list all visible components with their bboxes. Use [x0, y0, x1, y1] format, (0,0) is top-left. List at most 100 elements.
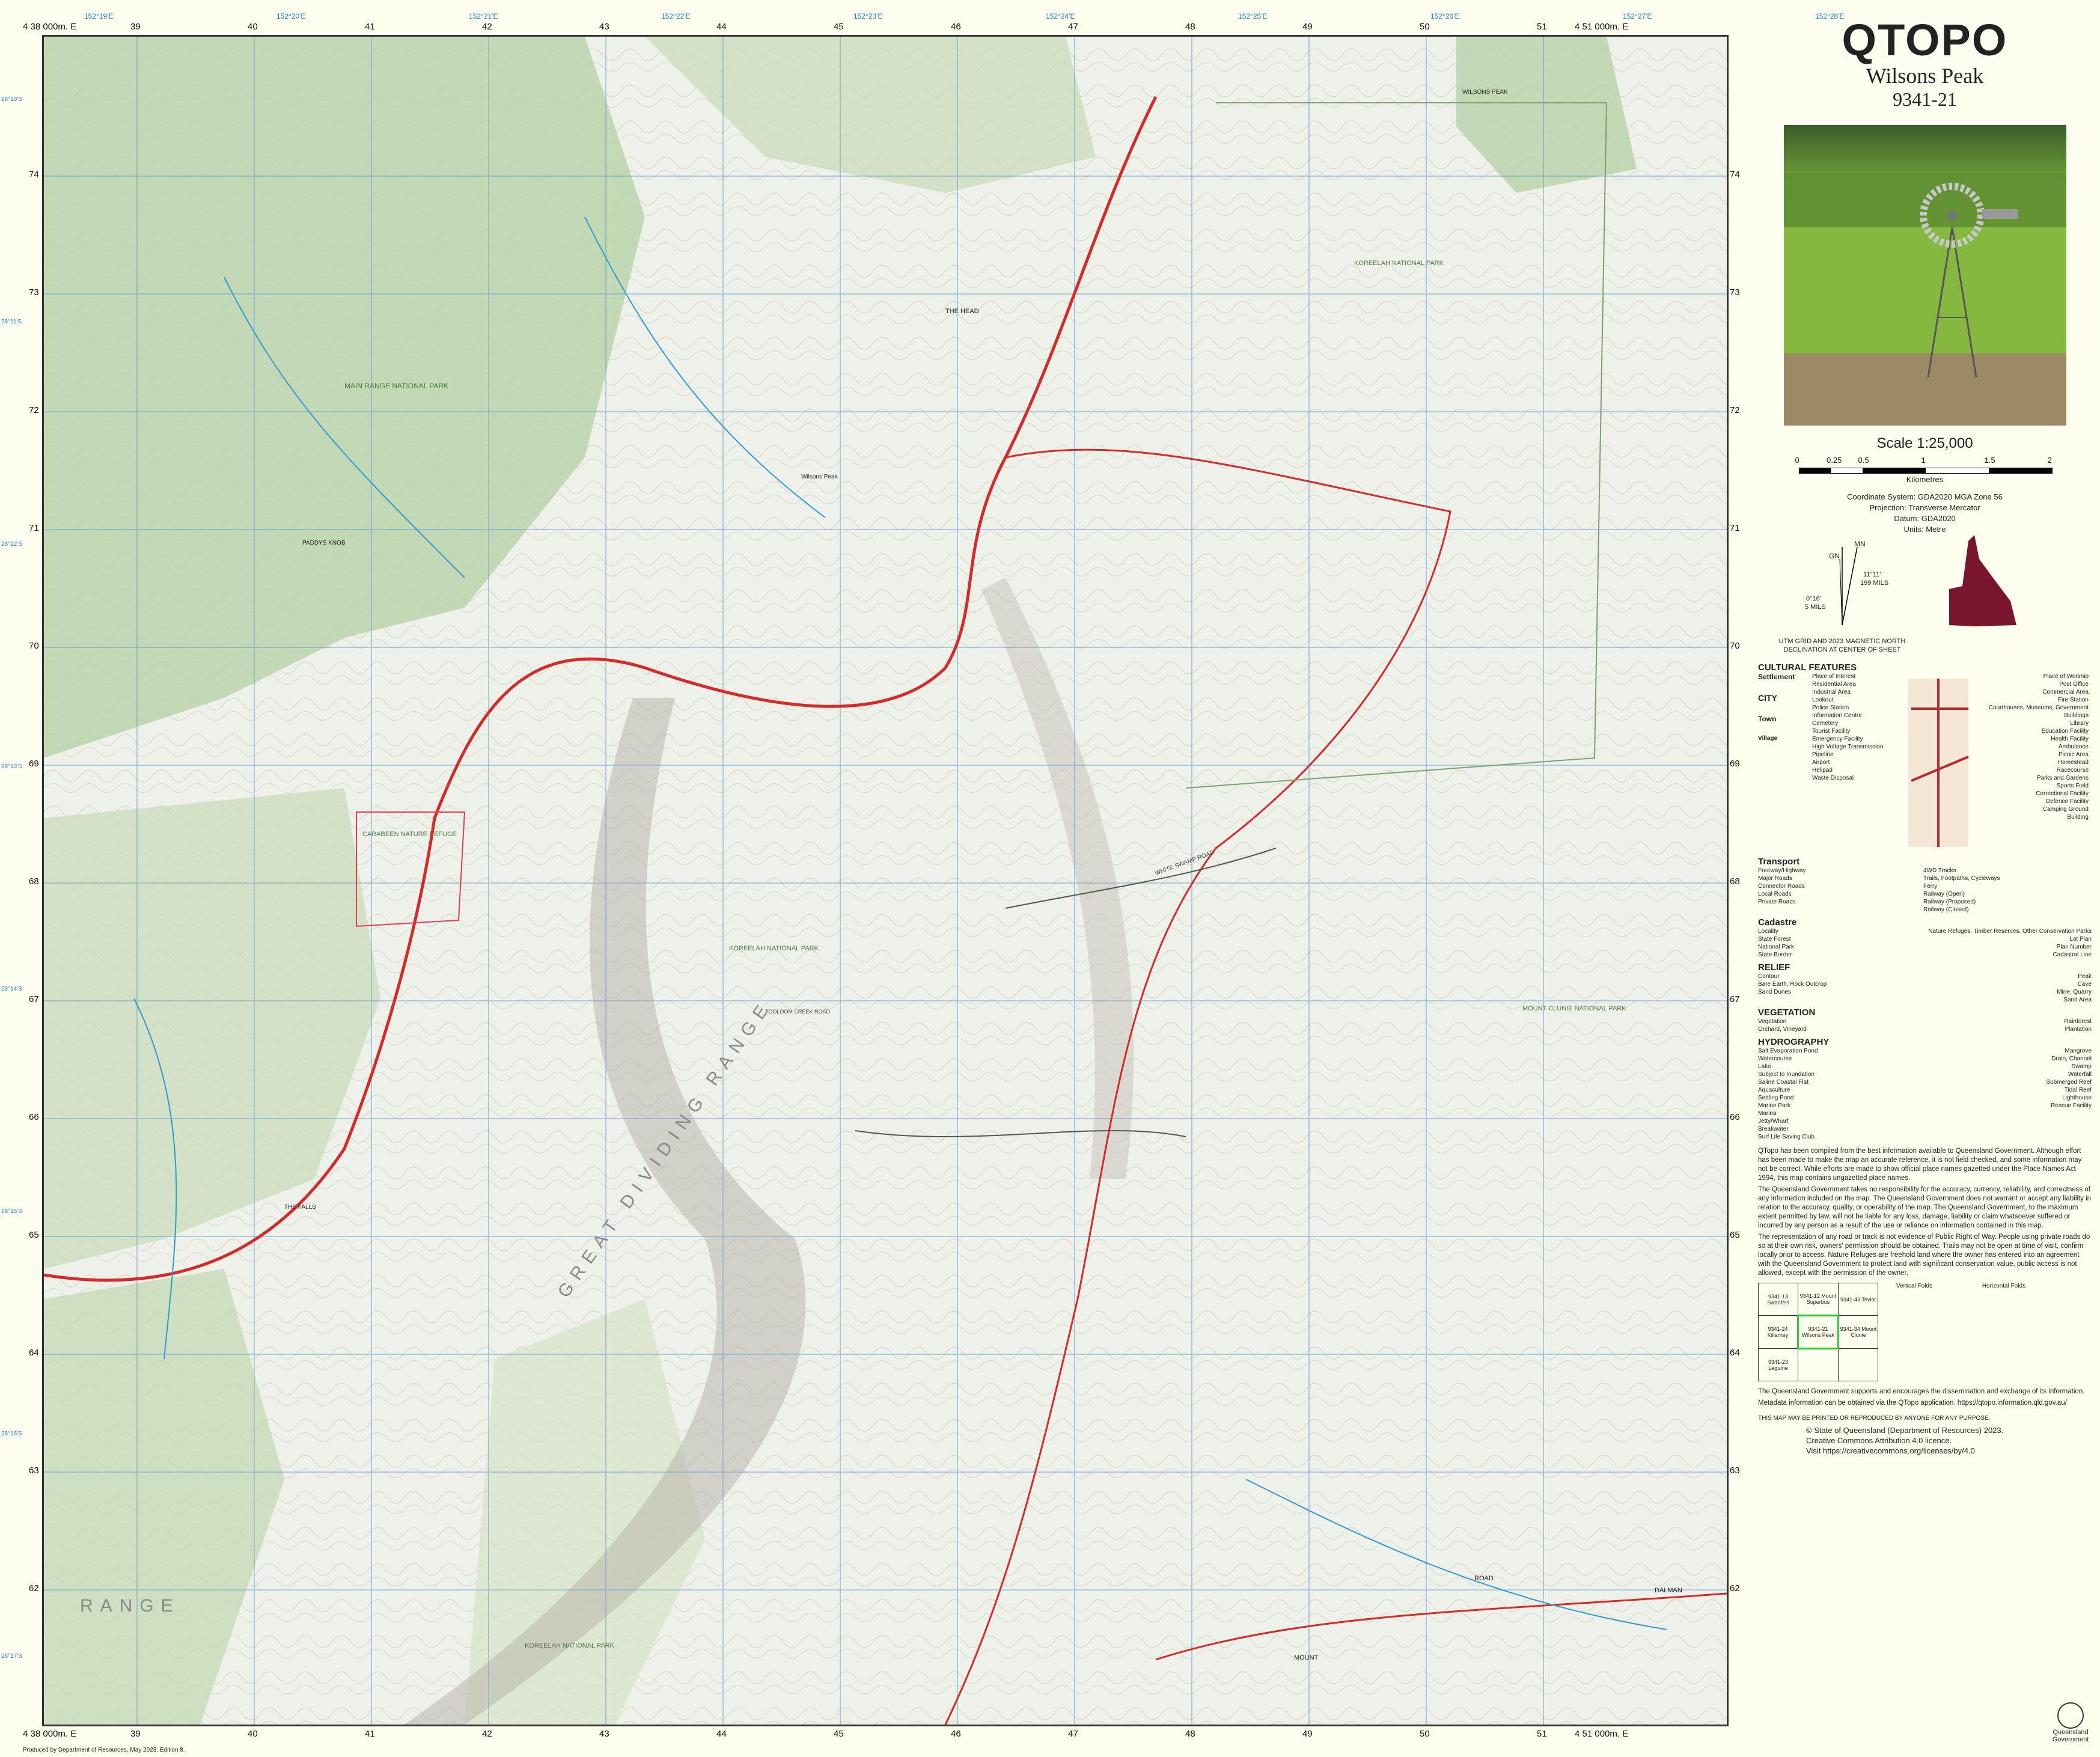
projection-info: Coordinate System: GDA2020 MGA Zone 56 P… — [1847, 492, 2003, 534]
legend-item: Picnic Area — [2058, 751, 2089, 758]
legend-item: Major Roads — [1758, 875, 1792, 882]
easting-label: 49 — [1302, 1729, 1313, 1739]
corner-top-right: 4 51 000m. E — [1575, 22, 1629, 32]
legend-hydrography: Salt Evaporation Pond Watercourse Lake Subj… — [1758, 1047, 2092, 1141]
legend-item: Saline Coastal Flat — [1758, 1079, 1809, 1086]
disclaimer-footer: The Queensland Government supports and e… — [1758, 1388, 2085, 1422]
legend-item: Racecourse — [2056, 767, 2089, 774]
legend-item: State Border — [1758, 952, 1792, 958]
index-sheet-cell: 9341-12 Mount Superbus — [1798, 1283, 1839, 1316]
horizontal-folds-label: Horizontal Folds — [1982, 1283, 2026, 1289]
easting-label: 51 — [1537, 22, 1547, 32]
easting-label: 39 — [130, 1729, 141, 1739]
legend-item: Education Facility — [2041, 728, 2089, 735]
label-tooloom: TOOLOOM CREEK ROAD — [765, 1009, 830, 1015]
qld-government-logo: Queensland Government — [2050, 1702, 2092, 1743]
latitude-label: 28°11'S — [1, 319, 22, 325]
legend-item: Settling Pond — [1758, 1095, 1794, 1101]
index-sheet-cell: 9341-13 Swanfels — [1758, 1283, 1798, 1316]
index-sheet-cell — [1798, 1348, 1839, 1381]
easting-label: 48 — [1185, 22, 1195, 32]
scale-tick-label: 0 — [1795, 456, 1799, 465]
legend-item: Peak — [2078, 973, 2092, 980]
latitude-label: 28°13'S — [1, 763, 22, 770]
legend-item: Watercourse — [1758, 1056, 1792, 1062]
latitude-label: 28°16'S — [1, 1431, 22, 1437]
legend-item: Private Roads — [1758, 899, 1796, 905]
topographic-map[interactable]: MAIN RANGE NATIONAL PARK KOREELAH NATION… — [42, 35, 1729, 1726]
legend-item: Library — [2070, 720, 2089, 727]
legend-item: Place of Interest — [1812, 673, 1856, 680]
legend-item: Trails, Footpaths, Cycleways — [1923, 875, 2000, 882]
scale-bar: 0 0.25 0.5 1 1.5 2 Kilometres — [1795, 456, 2053, 484]
index-sheet-cell: 9341-24 Killarney — [1758, 1315, 1798, 1349]
legend-item: Locality — [1758, 928, 1778, 935]
scale-tick-label: 2 — [2047, 456, 2052, 465]
legend-item: National Park — [1758, 944, 1795, 950]
legend-item: Lighthouse — [2062, 1095, 2092, 1101]
northing-label: 74 — [29, 170, 39, 180]
label-wilsons-peak-top: WILSONS PEAK — [1462, 89, 1508, 96]
legend-relief-heading: RELIEF — [1758, 962, 1790, 973]
declination-mn: MN — [1854, 540, 1866, 548]
legend-item: Local Roads — [1758, 891, 1792, 897]
label-koreelah-1: KOREELAH NATIONAL PARK — [1354, 260, 1444, 267]
easting-label: 48 — [1185, 1729, 1195, 1739]
legend-item: Freeway/Highway — [1758, 867, 1806, 874]
northing-label: 64 — [1730, 1348, 1740, 1358]
northing-label: 72 — [29, 405, 39, 415]
legend-item: Railway (Closed) — [1923, 906, 1969, 913]
legend-item: Ambulance — [2058, 744, 2089, 750]
northing-label: 66 — [1730, 1112, 1740, 1122]
northing-label: 65 — [29, 1230, 39, 1240]
legend-item: Railway (Proposed) — [1923, 899, 1976, 905]
longitude-label: 152°28'E — [1815, 12, 1845, 20]
northing-label: 62 — [1730, 1583, 1740, 1594]
longitude-label: 152°23'E — [853, 12, 883, 20]
map-canvas[interactable]: MAIN RANGE NATIONAL PARK KOREELAH NATION… — [44, 37, 1727, 1725]
legend-item: Drain, Channel — [2051, 1056, 2092, 1062]
easting-label: 43 — [599, 1729, 609, 1739]
northing-label: 65 — [1730, 1230, 1740, 1240]
copyright: © State of Queensland (Department of Res… — [1806, 1426, 2004, 1455]
northing-label: 68 — [29, 876, 39, 887]
longitude-label: 152°22'E — [661, 12, 691, 20]
northing-label: 62 — [29, 1583, 39, 1594]
legend-item: Courthouses, Museums, Government Buildin… — [1988, 704, 2089, 719]
legend-item: Mine, Quarry — [2057, 989, 2092, 995]
legend-item: Fire Station — [2057, 697, 2089, 703]
legend-item: Sand Dunes — [1758, 989, 1792, 995]
easting-label: 47 — [1068, 22, 1078, 32]
legend-item: Tourist Facility — [1812, 728, 1851, 735]
label-carabeen: CARABEEN NATURE REFUGE — [362, 831, 457, 838]
legend-cadastre-heading: Cadastre — [1758, 917, 1797, 927]
legend-item: Correctional Facility — [2036, 790, 2089, 797]
easting-label: 39 — [130, 22, 141, 32]
label-the-head: THE HEAD — [945, 308, 979, 315]
legend-item: Nature Refuges, Timber Reserves, Other C… — [1928, 928, 2092, 935]
map-index: 9341-13 Swanfels 9341-12 Mount Superbus 93… — [1758, 1283, 2092, 1381]
label-mount-clunie: MOUNT CLUNIE NATIONAL PARK — [1522, 1005, 1626, 1012]
legend-item: Police Station — [1812, 704, 1849, 711]
longitude-label: 152°19'E — [84, 12, 114, 20]
legend-item: Aquaculture — [1758, 1087, 1790, 1093]
easting-label: 51 — [1537, 1729, 1547, 1739]
legend-item: Ferry — [1923, 883, 1938, 890]
legend-item: Plan Number — [2056, 944, 2092, 950]
longitude-label: 152°21'E — [469, 12, 498, 20]
latitude-label: 28°10'S — [1, 96, 22, 103]
longitude-label: 152°24'E — [1046, 12, 1075, 20]
northing-label: 63 — [1730, 1465, 1740, 1476]
legend-cultural-heading: CULTURAL FEATURES — [1758, 662, 1857, 673]
legend-item: Parks and Gardens — [2036, 775, 2089, 781]
easting-label: 45 — [834, 22, 844, 32]
legend-item: Airport — [1812, 759, 1830, 766]
label-wilsons-peak: Wilsons Peak — [801, 474, 838, 480]
legend-item: Marine Park — [1758, 1102, 1790, 1109]
northing-label: 73 — [1730, 287, 1740, 298]
corner-bottom-left: 4 38 000m. E — [23, 1729, 77, 1739]
legend-relief: Contour Bare Earth, Rock Outcrop Sand Dune… — [1758, 973, 2092, 1004]
legend-item: High Voltage Transmission — [1812, 744, 1884, 750]
declination-gn: GN — [1829, 552, 1840, 560]
label-range: RANGE — [80, 1596, 180, 1616]
